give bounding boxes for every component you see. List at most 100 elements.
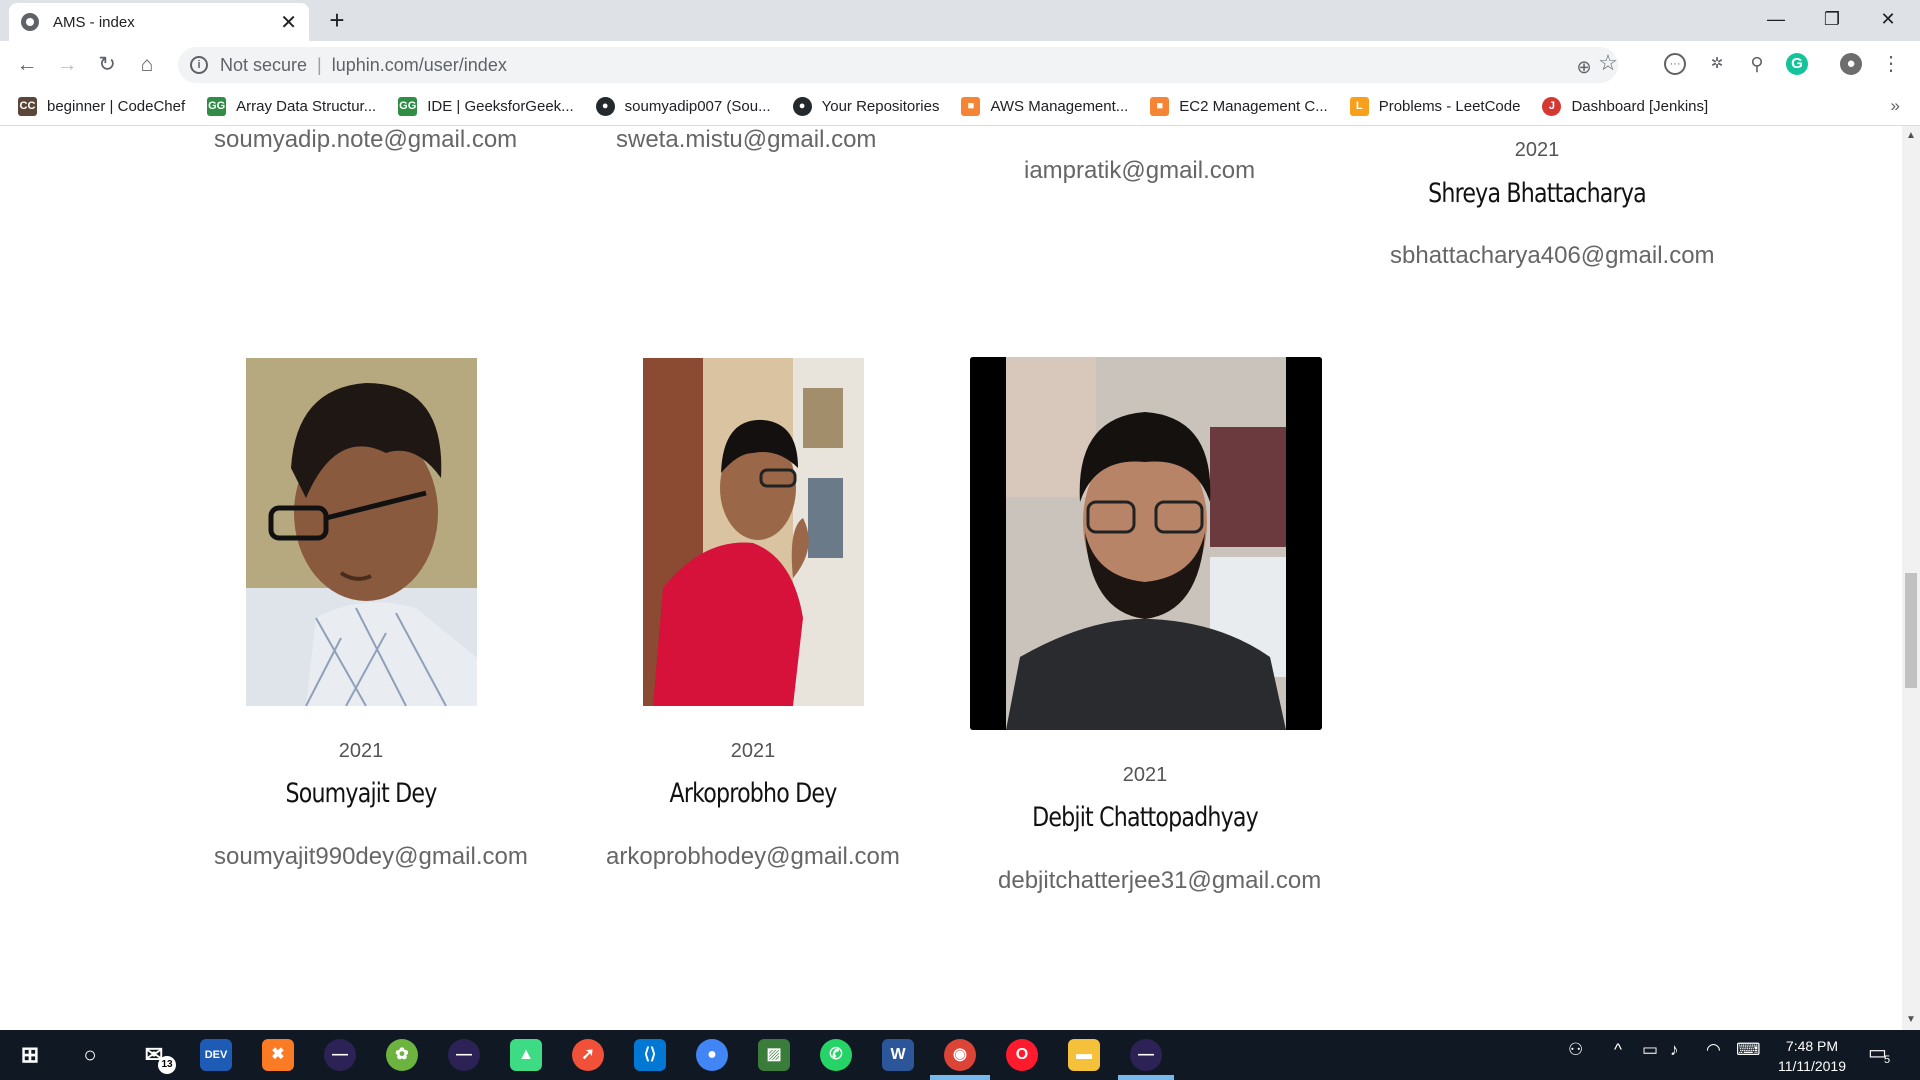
bookmark-star-icon[interactable]: ☆ — [1596, 51, 1620, 75]
vscode-icon[interactable]: ⟨⟩ — [634, 1039, 666, 1071]
avatar[interactable]: ● — [1840, 53, 1862, 75]
member-email[interactable]: soumyajit990dey@gmail.com — [214, 843, 528, 871]
windows-taskbar: ⊞ ○ ✉ 13 DEV ✖ — ✿ — ▲ ➚ ⟨⟩ ● ▨ ✆ W ◉ O … — [0, 1030, 1920, 1080]
chevron-up-icon[interactable]: ^ — [1614, 1040, 1622, 1060]
bookmark-label: IDE | GeeksforGeek... — [427, 98, 574, 115]
url-text[interactable]: luphin.com/user/index — [332, 55, 507, 76]
postman-icon[interactable]: ➚ — [572, 1039, 604, 1071]
member-email[interactable]: arkoprobhodey@gmail.com — [606, 843, 900, 871]
search-icon[interactable]: ⚲ — [1746, 53, 1768, 75]
member-email[interactable]: sweta.mistu@gmail.com — [616, 126, 876, 154]
restore-icon[interactable]: ❐ — [1804, 0, 1860, 41]
wifi-icon[interactable]: ◠ — [1706, 1040, 1721, 1060]
cortana-search-icon[interactable]: ○ — [74, 1039, 106, 1071]
url-separator: | — [317, 54, 322, 75]
spring-icon[interactable]: ✿ — [386, 1039, 418, 1071]
member-email[interactable]: soumyadip.note@gmail.com — [214, 126, 517, 154]
bookmark-item[interactable]: GG IDE | GeeksforGeek... — [398, 97, 574, 116]
bookmark-label: Array Data Structur... — [236, 98, 377, 115]
bookmark-item[interactable]: ■ EC2 Management C... — [1150, 97, 1328, 116]
file-explorer-icon[interactable]: ▬ — [1068, 1039, 1100, 1071]
tab-strip: AMS - index ✕ + — ❐ ✕ — [0, 0, 1920, 41]
aws-icon: ■ — [961, 97, 981, 116]
bookmark-label: Your Repositories — [821, 98, 940, 115]
member-photo — [246, 358, 477, 706]
member-year: 2021 — [1514, 139, 1560, 161]
bookmark-label: EC2 Management C... — [1179, 98, 1328, 115]
person-portrait-icon — [970, 357, 1322, 730]
scroll-up-icon[interactable]: ▲ — [1906, 130, 1916, 141]
eclipse-icon[interactable]: — — [1130, 1039, 1162, 1071]
devc-icon[interactable]: DEV — [200, 1039, 232, 1071]
notification-count: 5 — [1884, 1054, 1891, 1066]
people-icon[interactable]: ⚇ — [1568, 1040, 1583, 1060]
scrollbar-thumb[interactable] — [1905, 573, 1917, 688]
page-content: soumyadip.note@gmail.com sweta.mistu@gma… — [0, 126, 1902, 1030]
extension-puzzle-icon[interactable]: ✲ — [1706, 53, 1728, 75]
active-app-indicator — [1118, 1075, 1174, 1080]
clock-date: 11/11/2019 — [1778, 1058, 1846, 1074]
battery-icon[interactable]: ▭ — [1642, 1040, 1658, 1060]
forward-icon[interactable]: → — [52, 50, 82, 80]
bookmark-item[interactable]: ● soumyadip007 (Sou... — [595, 97, 771, 116]
browser-toolbar: ← → ↻ ⌂ i Not secure | luphin.com/user/i… — [0, 41, 1920, 88]
member-email[interactable]: debjitchatterjee31@gmail.com — [998, 867, 1321, 895]
tab-title: AMS - index — [53, 13, 135, 31]
member-year: 2021 — [730, 740, 776, 762]
volume-icon[interactable]: ♪ — [1670, 1040, 1679, 1060]
info-icon[interactable]: i — [190, 56, 208, 74]
bookmark-item[interactable]: GG Array Data Structur... — [207, 97, 376, 116]
mail-badge: 13 — [158, 1056, 176, 1074]
back-icon[interactable]: ← — [12, 50, 42, 80]
jenkins-icon: J — [1542, 97, 1562, 116]
member-name: Arkoprobho Dey — [669, 778, 837, 809]
grammarly-icon[interactable]: G — [1786, 53, 1808, 75]
system-clock[interactable]: 7:48 PM 11/11/2019 — [1765, 1036, 1859, 1076]
chrome-icon[interactable]: ◉ — [944, 1039, 976, 1071]
bookmark-item[interactable]: J Dashboard [Jenkins] — [1542, 97, 1708, 116]
zoom-icon[interactable]: ⊕ — [1572, 55, 1596, 79]
extension-icon[interactable]: ··· — [1664, 53, 1686, 75]
clock-time: 7:48 PM — [1785, 1038, 1839, 1054]
member-photo — [643, 358, 864, 706]
chevron-right-icon[interactable]: » — [1891, 96, 1900, 116]
windows-start-icon[interactable]: ⊞ — [14, 1039, 46, 1071]
bookmark-item[interactable]: CC beginner | CodeChef — [18, 97, 185, 116]
word-icon[interactable]: W — [882, 1039, 914, 1071]
new-tab-button[interactable]: + — [320, 6, 354, 36]
geeksforgeeks-icon: GG — [207, 97, 227, 116]
reload-icon[interactable]: ↻ — [92, 50, 122, 80]
xampp-icon[interactable]: ✖ — [262, 1039, 294, 1071]
member-name: Shreya Bhattacharya — [1428, 178, 1647, 209]
member-year: 2021 — [338, 740, 384, 762]
image-editor-icon[interactable]: ▨ — [758, 1039, 790, 1071]
close-icon[interactable]: ✕ — [280, 10, 297, 35]
eclipse-icon[interactable]: — — [324, 1039, 356, 1071]
whatsapp-icon[interactable]: ✆ — [820, 1039, 852, 1071]
minimize-icon[interactable]: — — [1748, 0, 1804, 41]
eclipse-icon[interactable]: — — [448, 1039, 480, 1071]
codechef-icon: CC — [18, 97, 37, 116]
bookmark-item[interactable]: L Problems - LeetCode — [1349, 97, 1521, 116]
member-email[interactable]: iampratik@gmail.com — [1024, 157, 1255, 185]
window-close-icon[interactable]: ✕ — [1860, 0, 1916, 41]
bookmark-label: Dashboard [Jenkins] — [1571, 98, 1709, 115]
tab-ams-index[interactable]: AMS - index ✕ — [9, 3, 309, 41]
bookmark-label: Problems - LeetCode — [1378, 98, 1521, 115]
home-icon[interactable]: ⌂ — [132, 50, 162, 80]
bookmark-label: soumyadip007 (Sou... — [624, 98, 771, 115]
bookmark-item[interactable]: ● Your Repositories — [792, 97, 940, 116]
person-portrait-icon — [643, 358, 864, 706]
scroll-down-icon[interactable]: ▼ — [1906, 1014, 1916, 1025]
member-email[interactable]: sbhattacharya406@gmail.com — [1390, 242, 1715, 270]
address-bar[interactable]: i Not secure | luphin.com/user/index ⊕ ☆ — [178, 47, 1618, 83]
android-studio-icon[interactable]: ▲ — [510, 1039, 542, 1071]
keyboard-icon[interactable]: ⌨ — [1736, 1040, 1761, 1060]
leetcode-icon: L — [1349, 97, 1369, 116]
opera-icon[interactable]: O — [1006, 1039, 1038, 1071]
menu-icon[interactable]: ⋮ — [1880, 53, 1902, 75]
chromium-icon[interactable]: ● — [696, 1039, 728, 1071]
page-scrollbar[interactable]: ▲ ▼ — [1902, 126, 1920, 1030]
member-photo — [970, 357, 1322, 730]
bookmark-item[interactable]: ■ AWS Management... — [961, 97, 1128, 116]
